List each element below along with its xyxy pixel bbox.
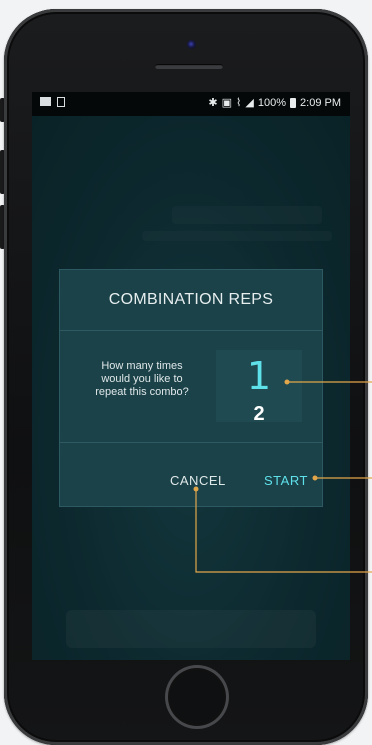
- signal-icon: ◢: [245, 97, 254, 109]
- cancel-button[interactable]: CANCEL: [170, 473, 226, 488]
- dialog-actions: CANCEL START: [60, 442, 322, 509]
- dialog-title: COMBINATION REPS: [60, 270, 322, 331]
- reps-prompt: How many times would you like to repeat …: [95, 360, 189, 398]
- clock: 2:09 PM: [300, 97, 341, 109]
- bluetooth-icon: ✱: [208, 97, 218, 109]
- combination-reps-dialog: COMBINATION REPS How many times would yo…: [59, 269, 323, 507]
- reps-number-picker[interactable]: 1 2: [216, 350, 302, 422]
- home-button[interactable]: [165, 665, 229, 729]
- status-right: ✱ ▣ ⌇ ◢ 100% 2:09 PM: [208, 97, 341, 109]
- wifi-icon: ⌇: [236, 97, 242, 109]
- status-bar: ✱ ▣ ⌇ ◢ 100% 2:09 PM: [32, 92, 350, 116]
- status-left-icons: [40, 97, 65, 107]
- document-icon: [57, 97, 65, 107]
- start-button[interactable]: START: [264, 473, 308, 488]
- nfc-icon: ▣: [221, 97, 233, 109]
- phone-screen: ✱ ▣ ⌇ ◢ 100% 2:09 PM COMBINATION REPS Ho…: [32, 92, 350, 660]
- front-camera: [187, 40, 196, 49]
- stage: ✱ ▣ ⌇ ◢ 100% 2:09 PM COMBINATION REPS Ho…: [0, 0, 372, 745]
- battery-icon: [290, 98, 297, 108]
- battery-percent: 100%: [257, 97, 287, 109]
- picker-current-value[interactable]: 1: [216, 354, 302, 398]
- earpiece-speaker: [155, 64, 223, 69]
- dialog-body: How many times would you like to repeat …: [60, 330, 322, 442]
- picker-next-value[interactable]: 2: [216, 402, 302, 422]
- image-icon: [40, 97, 51, 106]
